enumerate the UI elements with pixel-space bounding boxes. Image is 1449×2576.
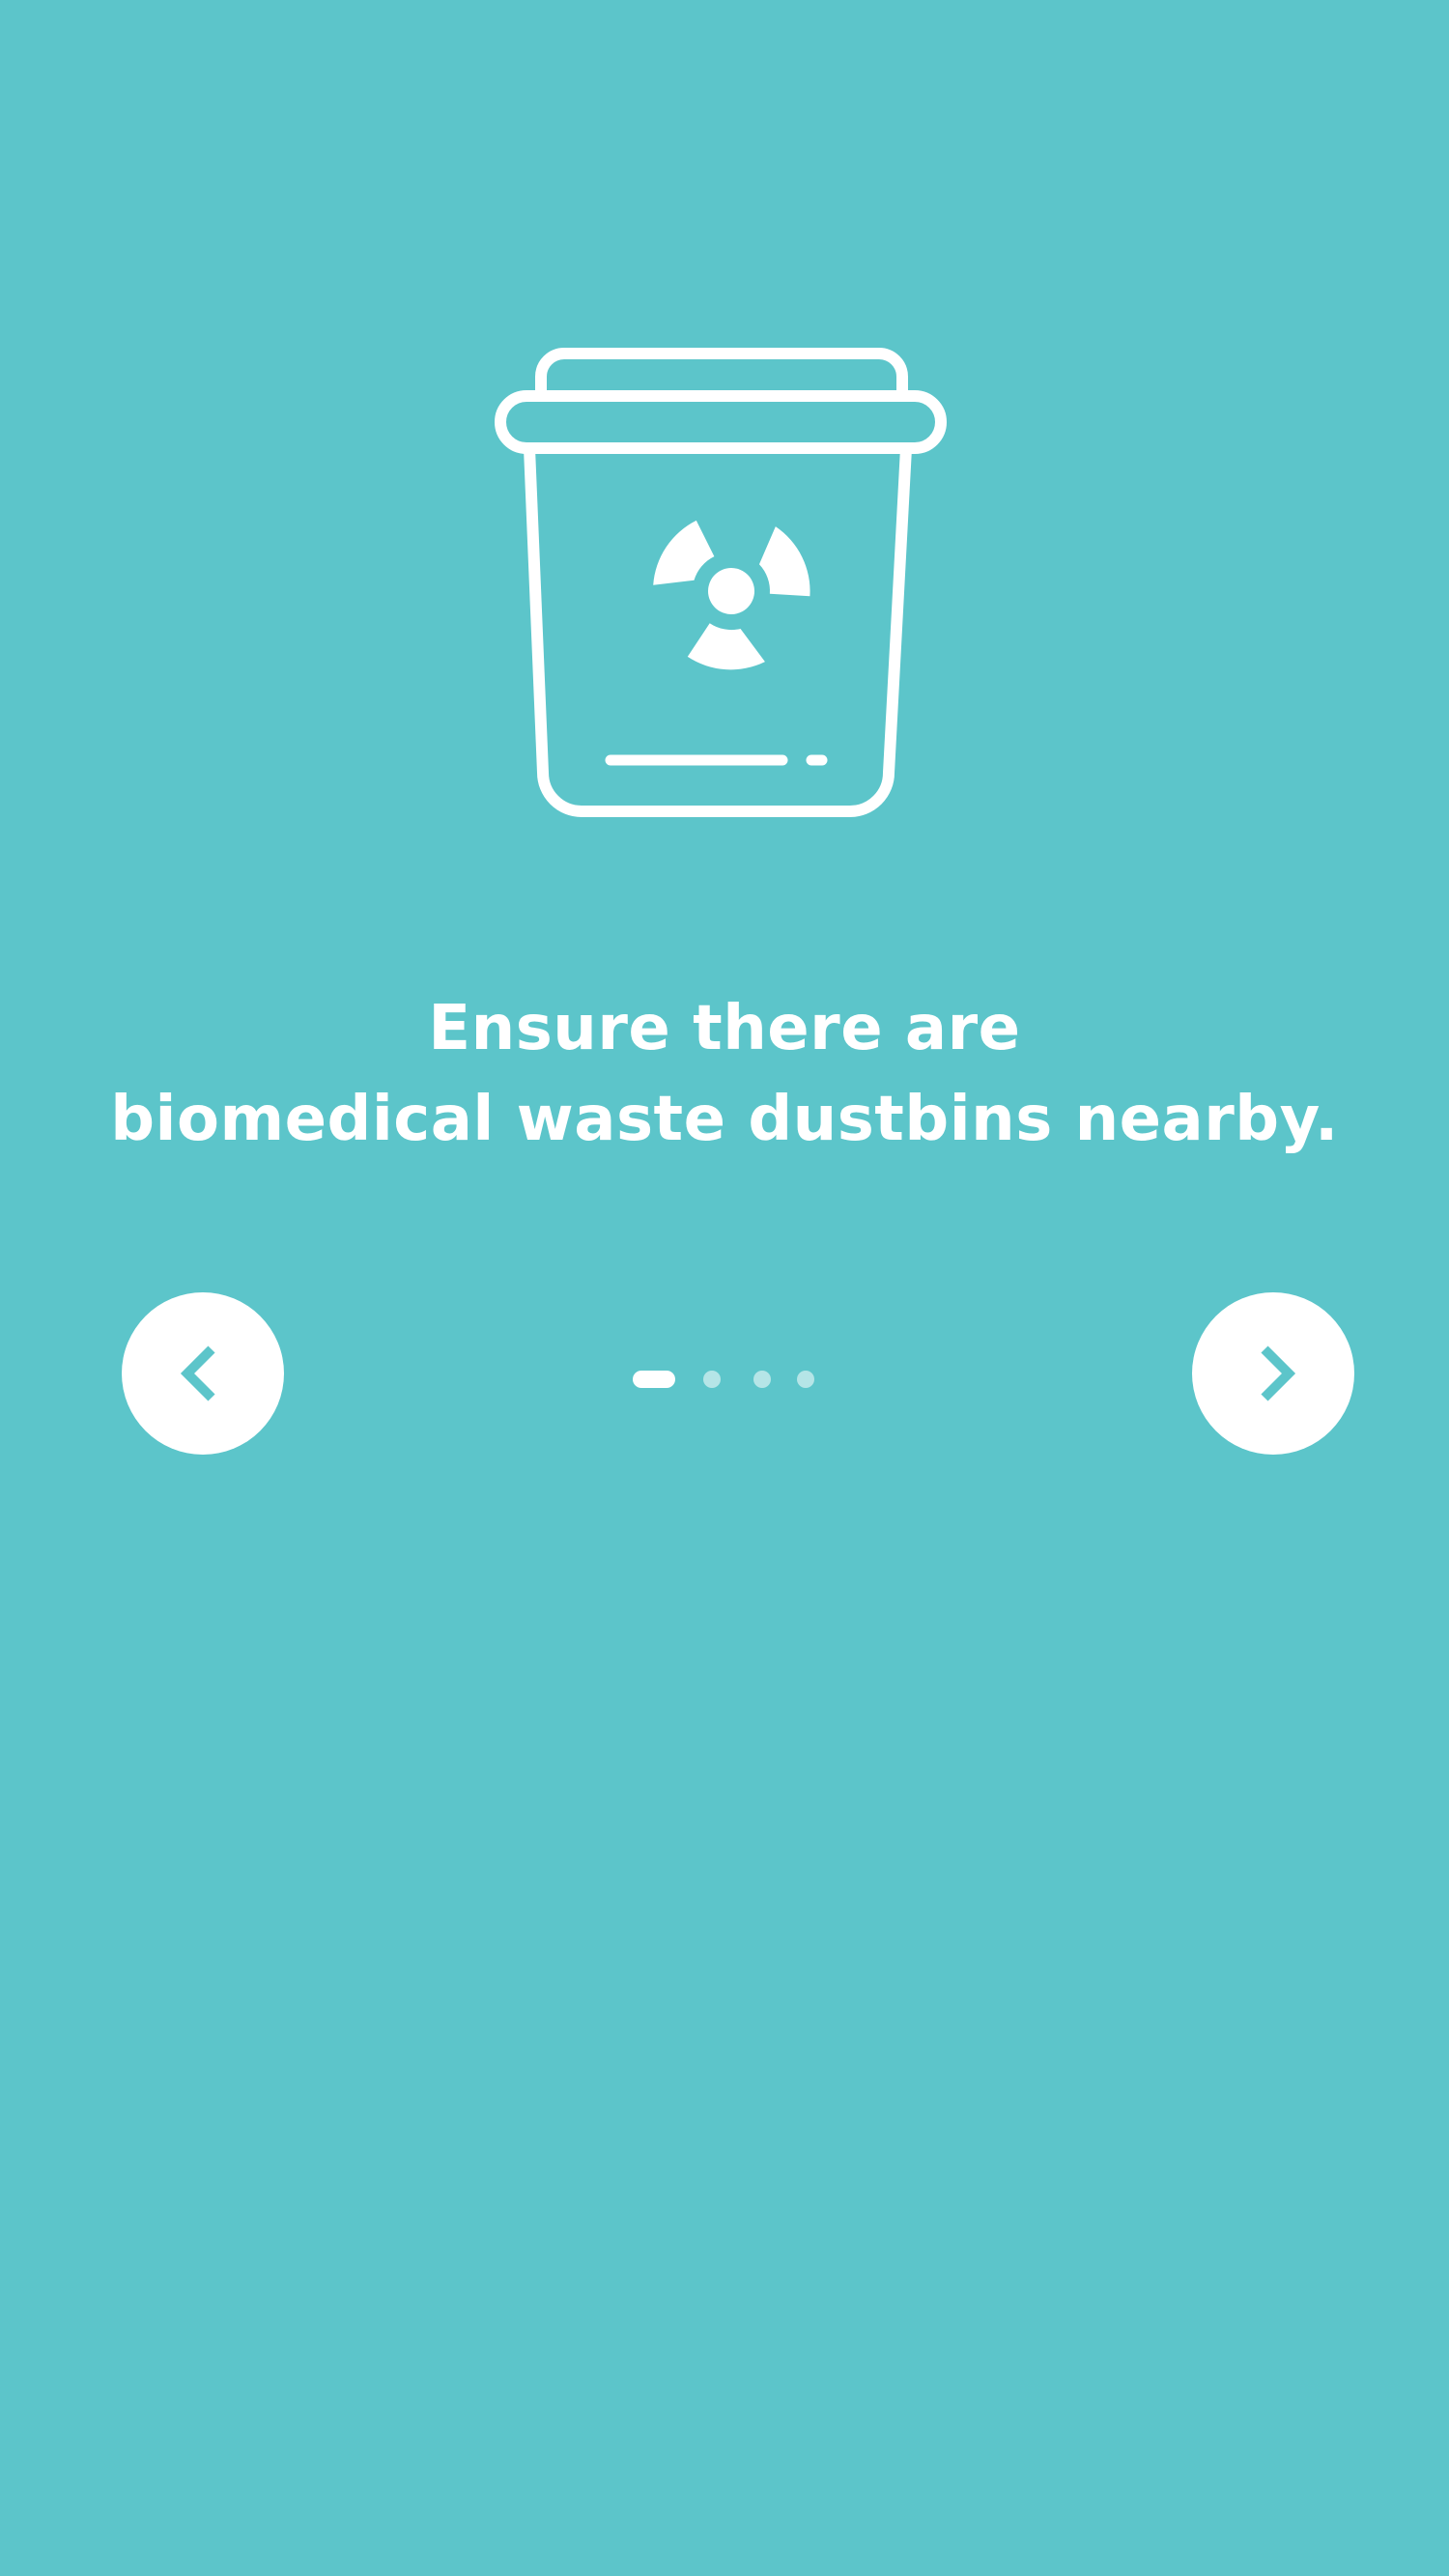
page-dot-2[interactable] [703,1371,721,1388]
headline-line-2: biomedical waste dustbins nearby. [110,1084,1339,1155]
page-dot-1[interactable] [633,1371,675,1388]
chevron-right-icon [1261,1345,1296,1401]
onboarding-headline: Ensure there are biomedical waste dustbi… [0,983,1449,1165]
headline-line-1: Ensure there are [428,993,1021,1064]
biohazard-dustbin-icon [493,338,956,831]
page-dot-4[interactable] [797,1371,814,1388]
chevron-left-icon [180,1345,215,1401]
page-dot-3[interactable] [753,1371,771,1388]
next-button[interactable] [1192,1292,1354,1455]
previous-button[interactable] [122,1292,284,1455]
page-indicator [633,1371,826,1390]
